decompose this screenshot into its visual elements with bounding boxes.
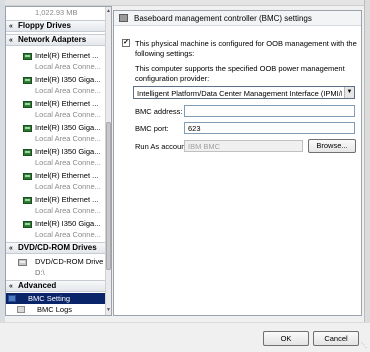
network-adapter-item[interactable]: Intel(R) I350 Giga... Local Area Conne..… [6,122,105,146]
adapter-name: Intel(R) Ethernet ... [35,51,99,60]
collapse-chevron-icon: « [9,245,13,252]
section-advanced[interactable]: « Advanced [6,280,105,292]
dvd-drive-icon [18,259,27,266]
adapter-connection: Local Area Conne... [35,134,101,143]
browse-button[interactable]: Browse... [308,139,356,153]
scroll-down-arrow-icon[interactable]: ▼ [106,307,111,313]
adapter-name: Intel(R) Ethernet ... [35,99,99,108]
adapter-name: Intel(R) I350 Giga... [35,219,101,228]
adapter-connection: Local Area Conne... [35,230,101,239]
collapse-chevron-icon: « [9,37,13,44]
dvd-drive-item[interactable]: DVD/CD-ROM Drive D:\ [6,256,105,280]
ok-button[interactable]: OK [263,331,309,346]
section-label: Network Adapters [18,35,87,44]
adapter-connection: Local Area Conne... [35,110,101,119]
bmc-address-input[interactable] [184,105,355,117]
run-as-account-field: IBM BMC [184,140,303,152]
provider-selected-value: Intelligent Platform/Data Center Managem… [137,89,342,98]
nav-item-label: BMC Logs [37,305,73,314]
network-adapter-icon [23,197,32,204]
nav-item-bmc-setting[interactable]: BMC Setting [6,293,105,304]
network-adapter-item[interactable]: Intel(R) I350 Giga... Local Area Conne..… [6,218,105,242]
adapter-connection: Local Area Conne... [35,206,101,215]
memory-item[interactable]: 1,022.93 MB [6,7,105,20]
network-adapter-icon [23,53,32,60]
dvd-drive-letter: D:\ [35,268,45,277]
section-dvd-drives[interactable]: « DVD/CD-ROM Drives [6,242,105,254]
collapse-chevron-icon: « [9,23,13,30]
bmc-address-label: BMC address: [135,107,183,116]
nav-item-label: BMC Setting [28,294,71,303]
adapter-connection: Local Area Conne... [35,182,101,191]
network-adapter-item[interactable]: Intel(R) Ethernet ... Local Area Conne..… [6,170,105,194]
bmc-port-input[interactable]: 623 [184,122,355,134]
adapter-connection: Local Area Conne... [35,62,101,71]
adapter-connection: Local Area Conne... [35,86,101,95]
dropdown-arrow-icon[interactable]: ▼ [344,87,354,98]
hardware-nav-pane: 1,022.93 MB « Floppy Drives « Network Adap… [5,6,112,316]
adapter-name: Intel(R) Ethernet ... [35,195,99,204]
dialog-right-edge [364,0,370,322]
network-adapter-icon [23,77,32,84]
network-adapter-item[interactable]: Intel(R) Ethernet ... Local Area Conne..… [6,98,105,122]
oob-checkbox-label-cont: following settings: [135,49,195,58]
section-floppy-drives[interactable]: « Floppy Drives [6,20,105,32]
bmc-port-value: 623 [188,124,201,133]
bmc-port-label: BMC port: [135,124,169,133]
properties-dialog: 1,022.93 MB « Floppy Drives « Network Adap… [0,0,370,352]
network-adapter-item[interactable]: Intel(R) Ethernet ... Local Area Conne..… [6,50,105,74]
adapter-name: Intel(R) I350 Giga... [35,147,101,156]
bmc-logs-icon [17,306,25,313]
adapter-connection: Local Area Conne... [35,158,101,167]
oob-checkbox-label: This physical machine is configured for … [135,39,357,48]
oob-management-checkbox[interactable]: ✓ [122,39,130,47]
network-adapter-item[interactable]: Intel(R) I350 Giga... Local Area Conne..… [6,146,105,170]
dvd-drive-name: DVD/CD-ROM Drive [35,257,104,266]
bmc-settings-icon [119,14,128,22]
panel-title: Baseboard management controller (BMC) se… [134,14,312,23]
network-adapter-icon [23,101,32,108]
cancel-button[interactable]: Cancel [313,331,359,346]
bmc-settings-panel: Baseboard management controller (BMC) se… [113,10,362,316]
section-network-adapters[interactable]: « Network Adapters [6,34,105,46]
provider-description-cont: configuration provider: [135,74,210,83]
network-adapter-icon [23,221,32,228]
section-label: Floppy Drives [18,21,71,30]
network-adapter-item[interactable]: Intel(R) I350 Giga... Local Area Conne..… [6,74,105,98]
adapter-name: Intel(R) I350 Giga... [35,123,101,132]
nav-scrollbar-thumb[interactable] [106,122,111,270]
section-label: DVD/CD-ROM Drives [18,243,97,252]
resize-grip-icon[interactable]: ⋱ [361,343,368,350]
panel-header: Baseboard management controller (BMC) se… [114,11,361,26]
section-label: Advanced [18,281,57,290]
provider-description: This computer supports the specified OOB… [135,64,345,73]
provider-dropdown[interactable]: Intelligent Platform/Data Center Managem… [133,86,355,99]
adapter-name: Intel(R) Ethernet ... [35,171,99,180]
network-adapter-item[interactable]: Intel(R) Ethernet ... Local Area Conne..… [6,194,105,218]
collapse-chevron-icon: « [9,283,13,290]
memory-size: 1,022.93 MB [35,8,78,17]
run-as-account-label: Run As account: [135,142,190,151]
network-adapter-icon [23,149,32,156]
network-adapter-icon [23,173,32,180]
network-adapter-icon [23,125,32,132]
run-as-account-value: IBM BMC [188,142,221,151]
bmc-setting-icon [8,295,16,302]
adapter-name: Intel(R) I350 Giga... [35,75,101,84]
scroll-up-arrow-icon[interactable]: ▲ [106,8,111,14]
nav-item-bmc-logs[interactable]: BMC Logs [6,304,105,315]
